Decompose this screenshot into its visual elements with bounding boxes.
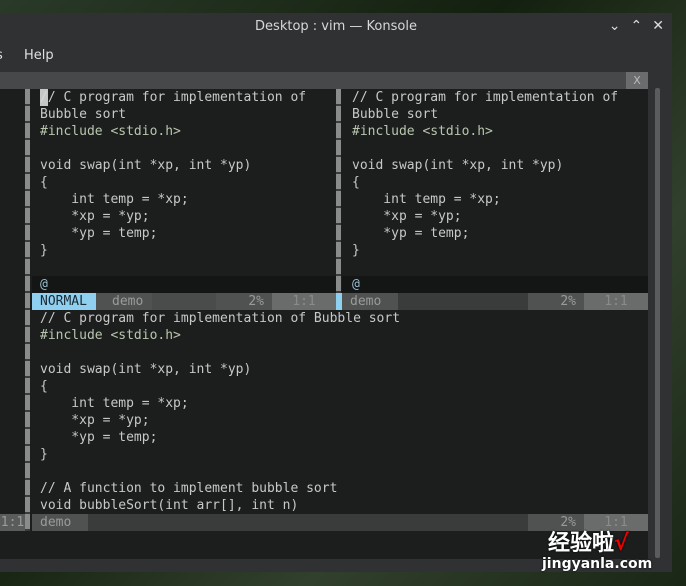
- code-line: void swap(int *xp, int *yp): [40, 362, 252, 377]
- pane-separator[interactable]: [25, 89, 30, 531]
- file-name: demo: [32, 514, 88, 531]
- code-line: *xp = *yp;: [40, 413, 150, 428]
- code-line: void bubbleSort(int arr[], int n): [40, 498, 299, 513]
- check-icon: √: [614, 531, 629, 556]
- cursor-position: 1:1: [584, 514, 648, 531]
- code-line: *yp = temp;: [40, 226, 158, 241]
- maximize-icon[interactable]: ⌃: [631, 13, 643, 40]
- code-line: {: [40, 379, 48, 394]
- watermark: 经验啦√ jingyanla.com: [542, 531, 653, 573]
- cursor-position: 1:1: [584, 293, 648, 310]
- code-line: // A function to implement bubble sort: [40, 481, 338, 496]
- terminal-area[interactable]: // C program for implementation of Bubble…: [0, 89, 648, 559]
- code-line: Bubble sort: [352, 107, 439, 122]
- code-line: }: [352, 243, 360, 258]
- scrollbar[interactable]: [655, 88, 660, 558]
- code-line: *xp = *yp;: [40, 209, 150, 224]
- code-line: void swap(int *xp, int *yp): [40, 158, 252, 173]
- tab-bar: X: [0, 72, 648, 89]
- minimize-icon[interactable]: ⌄: [609, 13, 621, 40]
- menu-item-settings[interactable]: s: [0, 40, 3, 72]
- code-line: // C program for implementation of Bubbl…: [40, 311, 401, 326]
- code-line: int temp = *xp;: [40, 192, 189, 207]
- left-pane-position: 1:1: [0, 514, 25, 531]
- text-cursor: [40, 89, 48, 106]
- code-line: {: [40, 175, 48, 190]
- menu-item-help[interactable]: Help: [24, 40, 54, 72]
- code-line: // C program for implementation of: [40, 90, 307, 105]
- code-line: int temp = *xp;: [352, 192, 501, 207]
- cursor-position: 1:1: [272, 293, 336, 310]
- file-name: demo: [342, 293, 398, 310]
- window-title: Desktop : vim — Konsole: [255, 19, 417, 34]
- pane-separator[interactable]: [336, 89, 341, 310]
- mode-indicator: NORMAL: [32, 293, 96, 310]
- code-line: Bubble sort: [40, 107, 127, 122]
- percent-indicator: 2%: [528, 514, 584, 531]
- code-line: }: [40, 243, 48, 258]
- file-name: demo: [96, 293, 152, 310]
- code-line: }: [40, 447, 48, 462]
- percent-indicator: 2%: [528, 293, 584, 310]
- command-line: @: [40, 277, 48, 292]
- percent-indicator: 2%: [216, 293, 272, 310]
- close-tab-button[interactable]: X: [626, 72, 648, 89]
- code-line: int temp = *xp;: [40, 396, 189, 411]
- code-line: *xp = *yp;: [352, 209, 462, 224]
- command-line-row: [342, 276, 648, 293]
- code-line: // C program for implementation of: [352, 90, 619, 105]
- code-line: *yp = temp;: [40, 430, 158, 445]
- code-line: #include <stdio.h>: [40, 124, 181, 139]
- code-line: *yp = temp;: [352, 226, 470, 241]
- code-line: {: [352, 175, 360, 190]
- code-line: void swap(int *xp, int *yp): [352, 158, 564, 173]
- command-line: @: [352, 277, 360, 292]
- code-line: #include <stdio.h>: [40, 328, 181, 343]
- close-icon[interactable]: ✕: [652, 13, 664, 40]
- command-line-row: [32, 276, 336, 293]
- code-line: #include <stdio.h>: [352, 124, 493, 139]
